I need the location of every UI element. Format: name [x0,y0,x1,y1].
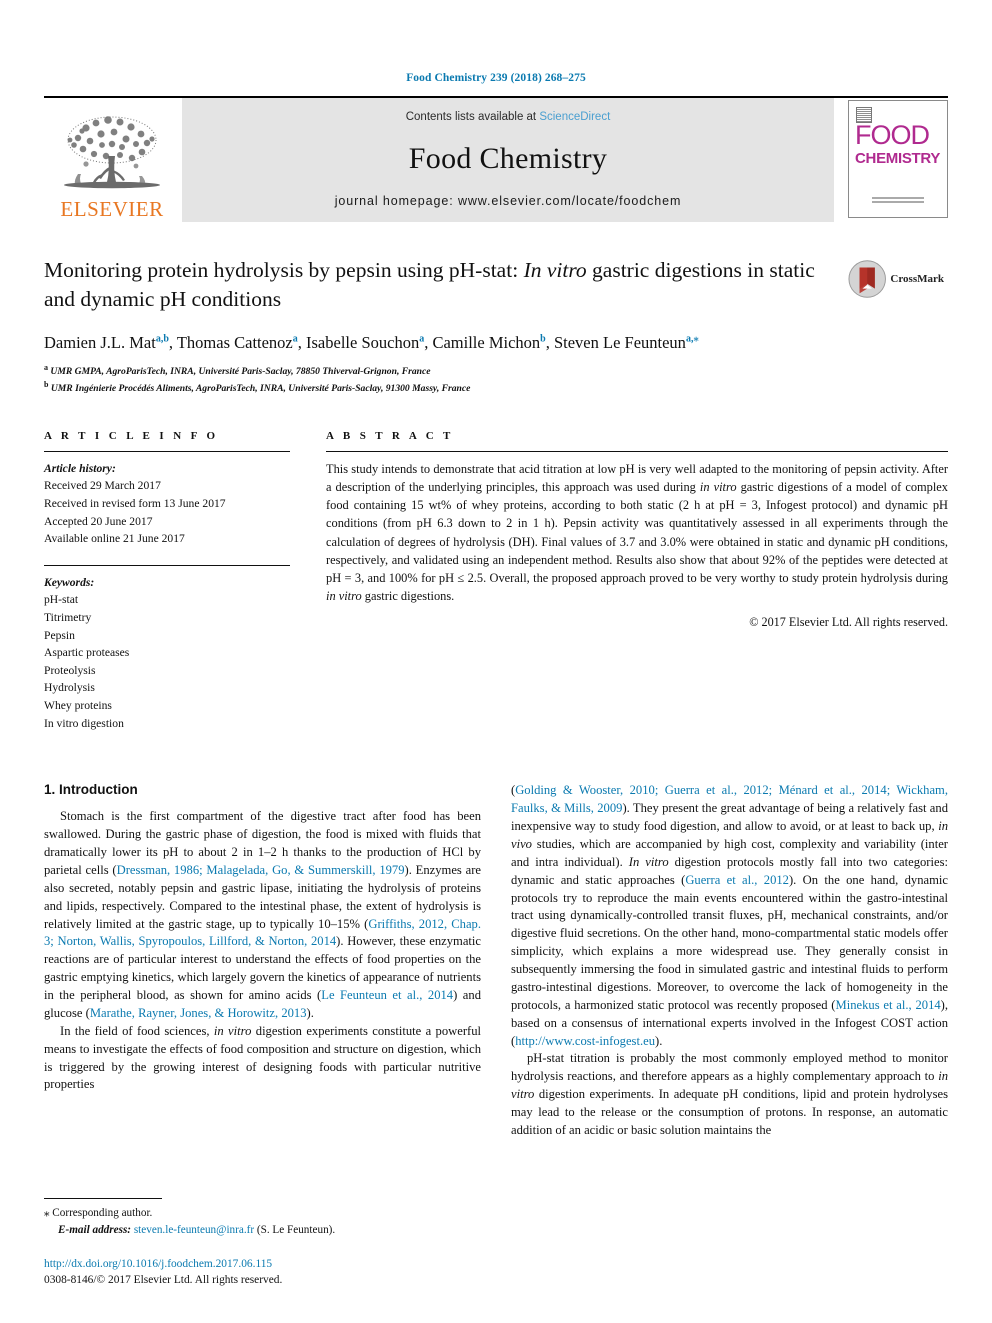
affiliation-a: a UMR GMPA, AgroParisTech, INRA, Univers… [44,362,431,377]
abstract-copyright: © 2017 Elsevier Ltd. All rights reserved… [749,614,948,629]
cover-title-line1: FOOD [855,120,930,150]
citation-link[interactable]: Marathe, Rayner, Jones, & Horowitz, 2013 [90,1006,307,1020]
journal-homepage-link[interactable]: journal homepage: www.elsevier.com/locat… [335,194,682,208]
p2-italic-3: In vitro [628,854,669,869]
article-history: Article history: Received 29 March 2017 … [44,460,290,548]
citation-link[interactable]: Le Feunteun et al., 2014 [321,988,453,1002]
body-columns: 1. Introduction Stomach is the first com… [44,782,948,1140]
section-title-introduction: 1. Introduction [44,782,138,798]
p3-a: pH-stat titration is probably the most c… [511,1051,948,1084]
email-label: E-mail address: [58,1224,132,1237]
crossmark-badge[interactable]: CrossMark [848,258,944,300]
p2-italic: in vitro [213,1023,252,1038]
keyword-item: Whey proteins [44,699,112,713]
keyword-item: Aspartic proteases [44,646,130,660]
history-item: Received 29 March 2017 [44,479,161,493]
abstract-italic-1: in vitro [699,480,737,495]
history-item: Accepted 20 June 2017 [44,514,153,528]
abstract-part-3: gastric digestions. [361,589,455,604]
email-link[interactable]: steven.le-feunteun@inra.fr [134,1224,254,1236]
keyword-item: Pepsin [44,628,75,642]
citation-link[interactable]: Dressman, 1986; Malagelada, Go, & Summer… [117,863,405,877]
p2-a: In the field of food sciences, [60,1023,214,1038]
keyword-item: pH-stat [44,593,79,607]
article-info-heading: A R T I C L E I N F O [44,429,219,442]
doi-block: http://dx.doi.org/10.1016/j.foodchem.201… [44,1256,481,1289]
info-abstract-section: A R T I C L E I N F O Article history: R… [44,430,948,733]
author-list: Damien J.L. Mata,b, Thomas Cattenoza, Is… [44,332,699,352]
page-footnote: ⁎ Corresponding author. E-mail address: … [44,1198,481,1289]
affiliation-list: a UMR GMPA, AgroParisTech, INRA, Univers… [44,362,948,396]
doi-link[interactable]: http://dx.doi.org/10.1016/j.foodchem.201… [44,1256,481,1273]
intro-paragraph-1: Stomach is the first compartment of the … [44,808,481,1023]
elsevier-logo: ELSEVIER [44,98,180,222]
title-block: Monitoring protein hydrolysis by pepsin … [44,256,948,396]
author-affil-marker: a [419,333,425,345]
body-column-right: (Golding & Wooster, 2010; Guerra et al.,… [511,782,948,1140]
cover-title-line2: CHEMISTRY [855,150,941,167]
abstract-column: A B S T R A C T This study intends to de… [326,430,948,733]
p2-h: ). [655,1033,663,1048]
masthead-banner: Contents lists available at ScienceDirec… [182,98,834,222]
title-part-1: Monitoring protein hydrolysis by pepsin … [44,258,524,282]
body-column-left: 1. Introduction Stomach is the first com… [44,782,481,1140]
divider [44,450,290,452]
email-suffix: (S. Le Feunteun). [254,1224,336,1237]
contents-available-line: Contents lists available at ScienceDirec… [406,111,611,123]
crossmark-icon [848,260,886,298]
journal-title: Food Chemistry [408,141,608,175]
divider [44,564,290,566]
paper-page: Food Chemistry 239 (2018) 268–275 ELSEVI… [0,0,992,1323]
author-affil-marker: a [292,333,298,345]
elsevier-tree-icon [64,116,160,189]
citation-link[interactable]: Guerra et al., 2012 [685,873,789,887]
footnote-divider [44,1198,162,1200]
cover-bar-1 [872,197,924,199]
p2-f: ). On the one hand, dynamic protocols tr… [511,872,948,1012]
journal-cover-thumbnail: FOOD CHEMISTRY [848,100,948,218]
citation-link[interactable]: Minekus et al., 2014 [836,998,941,1012]
abstract-part-2: gastric digestions of a model of complex… [326,480,948,586]
abstract-text: This study intends to demonstrate that a… [326,460,948,606]
journal-masthead: ELSEVIER Contents lists available at Sci… [44,96,948,222]
abstract-heading: A B S T R A C T [326,429,454,442]
p1-e: ). [306,1005,314,1020]
keyword-item: Hydrolysis [44,681,95,695]
corresponding-author-label: Corresponding author. [49,1207,153,1220]
affiliation-b: b UMR Ingénierie Procédés Aliments, Agro… [44,379,471,394]
history-item: Received in revised form 13 June 2017 [44,497,226,510]
article-info-column: A R T I C L E I N F O Article history: R… [44,430,290,733]
contents-prefix: Contents lists available at [405,111,540,123]
elsevier-wordmark: ELSEVIER [60,197,164,221]
keyword-item: Titrimetry [44,611,92,625]
divider [326,450,948,452]
issn-copyright: 0308-8146/© 2017 Elsevier Ltd. All right… [44,1274,283,1287]
keyword-item: Proteolysis [44,663,96,677]
author-affil-marker: b [540,333,546,345]
sciencedirect-link[interactable]: ScienceDirect [539,111,610,123]
article-history-label: Article history: [44,461,116,475]
intro-paragraph-2-left: In the field of food sciences, in vitro … [44,1023,481,1095]
cover-footer-marks [849,195,947,205]
cover-bar-2 [872,201,924,203]
author-affil-marker: a,b [155,333,169,345]
author-affil-marker: a,⁎ [685,333,699,345]
keyword-item: In vitro digestion [44,716,124,730]
corresponding-author-line: ⁎ Corresponding author. [44,1205,481,1222]
crossmark-label: CrossMark [890,273,944,285]
infogest-url-link[interactable]: http://www.cost-infogest.eu [515,1034,655,1048]
keywords-label: Keywords: [44,575,95,589]
abstract-italic-2: in vitro [326,589,362,604]
history-item: Available online 21 June 2017 [44,532,185,546]
keywords-block: Keywords: pH-stat Titrimetry Pepsin Aspa… [44,574,290,732]
running-head: Food Chemistry 239 (2018) 268–275 [406,72,586,84]
email-line: E-mail address: steven.le-feunteun@inra.… [44,1222,481,1239]
p3-b: digestion experiments. In adequate pH co… [511,1087,948,1137]
intro-paragraph-3: pH-stat titration is probably the most c… [511,1050,948,1139]
intro-paragraph-2-right: (Golding & Wooster, 2010; Guerra et al.,… [511,783,949,1048]
page-title: Monitoring protein hydrolysis by pepsin … [44,256,844,314]
title-italic: In vitro [523,258,587,282]
